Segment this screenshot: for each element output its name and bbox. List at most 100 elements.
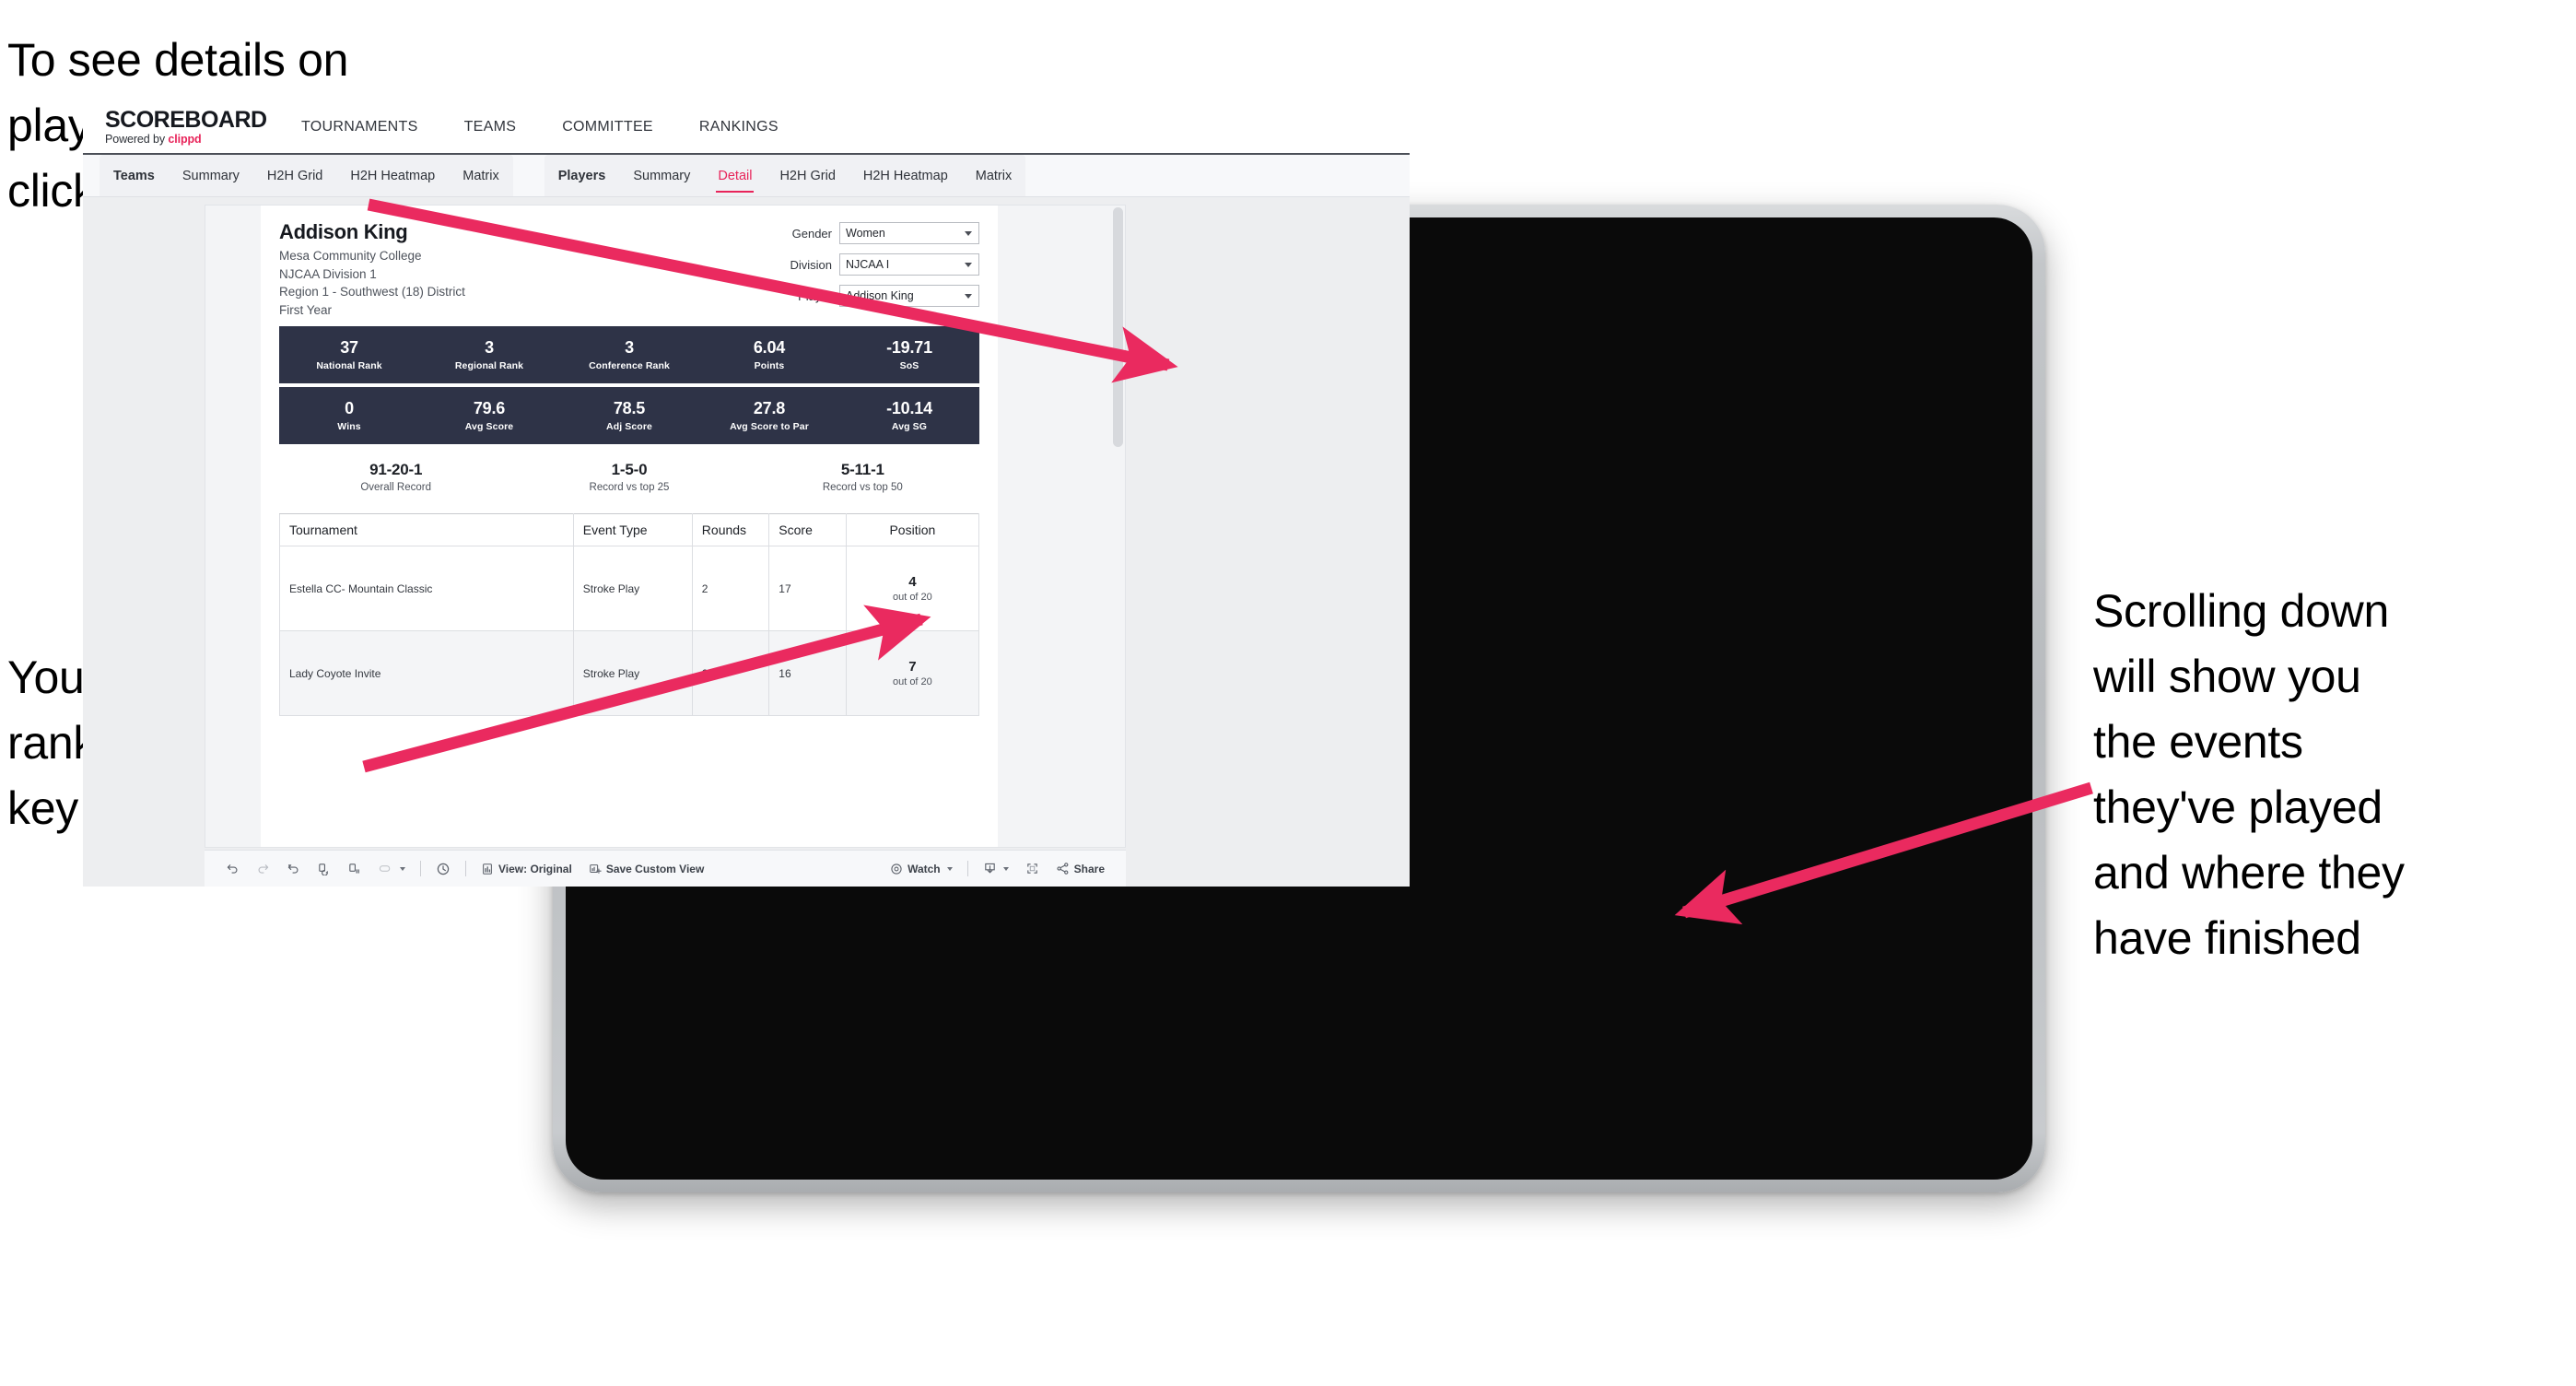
player-class-year: First Year <box>279 302 333 317</box>
topnav-item-committee[interactable]: COMMITTEE <box>539 119 676 135</box>
save-custom-view-button[interactable]: Save Custom View <box>580 863 713 875</box>
filter-select-gender[interactable]: Women <box>839 222 979 244</box>
view-original-button[interactable]: View: Original <box>473 863 580 875</box>
chevron-down-icon <box>400 866 405 871</box>
redo-button[interactable] <box>248 862 278 875</box>
stat-conference-rank: 3 Conference Rank <box>559 338 699 371</box>
topnav-item-rankings[interactable]: RANKINGS <box>676 119 802 135</box>
stat-avg-score-to-par: 27.8 Avg Score to Par <box>699 398 839 432</box>
tab-teams-h2h-heatmap[interactable]: H2H Heatmap <box>336 155 449 196</box>
chevron-down-icon <box>965 230 972 236</box>
pause-icon <box>347 862 361 875</box>
brand-logo[interactable]: SCOREBOARD Powered by clippd <box>98 106 278 147</box>
fullscreen-icon <box>1025 862 1039 875</box>
stat-label: Points <box>754 359 785 371</box>
tab-teams-h2h-grid[interactable]: H2H Grid <box>253 155 336 196</box>
vertical-scrollbar[interactable] <box>1113 207 1123 845</box>
filter-select-player[interactable]: Addison King <box>839 285 979 307</box>
position-out-of: out of 20 <box>892 592 932 604</box>
tab-players-summary[interactable]: Summary <box>619 155 704 196</box>
visualization-container: Addison King Mesa Community College NJCA… <box>205 205 1126 848</box>
screenshot-canvas: To see details on player performances cl… <box>0 0 2576 1386</box>
record-vs-top-50: 5-11-1 Record vs top 50 <box>746 461 979 493</box>
filter-value-division: NJCAA I <box>846 258 890 271</box>
tab-players-detail[interactable]: Detail <box>704 155 766 196</box>
stat-value: 27.8 <box>753 398 786 417</box>
stat-value: 79.6 <box>473 398 506 417</box>
stat-value: 0 <box>345 398 354 417</box>
record-label: Record vs top 50 <box>822 482 903 494</box>
stat-value: 3 <box>485 337 494 357</box>
cell-position: 7 out of 20 <box>845 630 980 717</box>
stat-avg-sg: -10.14 Avg SG <box>839 399 979 432</box>
brand-powered-prefix: Powered by <box>105 133 169 147</box>
table-row[interactable]: Lady Coyote Invite Stroke Play 2 16 7 ou… <box>279 630 980 717</box>
download-button[interactable] <box>975 862 1017 875</box>
column-header-event-type[interactable]: Event Type <box>572 513 693 547</box>
brand-title: SCOREBOARD <box>105 106 267 133</box>
player-detail-card: Addison King Mesa Community College NJCA… <box>261 206 998 847</box>
filter-value-gender: Women <box>846 227 885 240</box>
stat-label: Avg SG <box>891 420 928 432</box>
stat-label: Avg Score to Par <box>730 420 809 432</box>
stat-value: 6.04 <box>753 337 786 357</box>
tab-teams-summary[interactable]: Summary <box>169 155 253 196</box>
stat-label: Wins <box>337 420 361 432</box>
stat-avg-score: 79.6 Avg Score <box>419 398 559 432</box>
tab-players-h2h-grid[interactable]: H2H Grid <box>766 155 849 196</box>
share-button[interactable]: Share <box>1048 862 1113 875</box>
column-header-position[interactable]: Position <box>845 513 980 547</box>
watch-button[interactable]: Watch <box>882 863 961 875</box>
dashboard-bottom-toolbar: View: Original Save Custom View Watch Sh… <box>205 850 1126 887</box>
tab-players-h2h-heatmap[interactable]: H2H Heatmap <box>849 155 962 196</box>
chevron-down-icon <box>965 262 972 267</box>
tab-players-matrix[interactable]: Matrix <box>962 155 1025 196</box>
cell-rounds: 2 <box>691 630 770 717</box>
chevron-down-icon <box>946 866 953 871</box>
toolbar-divider <box>966 861 968 876</box>
filter-label-gender: Gender <box>791 226 832 241</box>
column-header-rounds[interactable]: Rounds <box>691 513 770 547</box>
record-summary-row: 91-20-1 Overall Record 1-5-0 Record vs t… <box>279 461 979 510</box>
view-icon <box>481 863 494 875</box>
watch-icon <box>890 863 903 875</box>
tab-teams-matrix[interactable]: Matrix <box>449 155 512 196</box>
secondary-tab-strip: Teams Summary H2H Grid H2H Heatmap Matri… <box>83 155 1410 197</box>
cell-position: 4 out of 20 <box>845 546 980 632</box>
stat-label: Adj Score <box>606 420 652 432</box>
column-header-score[interactable]: Score <box>768 513 847 547</box>
undo-button[interactable] <box>217 862 248 875</box>
table-row[interactable]: Estella CC- Mountain Classic Stroke Play… <box>279 546 980 632</box>
filter-row-gender: Gender Women <box>740 222 979 244</box>
revert-button[interactable] <box>278 862 309 875</box>
pause-refresh-button[interactable] <box>427 862 459 876</box>
player-identity: Addison King Mesa Community College NJCA… <box>279 220 465 319</box>
pause-auto-update-button[interactable] <box>339 862 369 875</box>
tablet-screen-content: SCOREBOARD Powered by clippd TOURNAMENTS… <box>83 101 1410 887</box>
player-division: NJCAA Division 1 <box>279 266 377 281</box>
cell-event-type: Stroke Play <box>572 630 693 717</box>
topnav-item-teams[interactable]: TEAMS <box>441 119 540 135</box>
stat-label: National Rank <box>316 359 382 371</box>
fullscreen-button[interactable] <box>1017 862 1048 875</box>
tab-players[interactable]: Players <box>544 155 620 196</box>
cell-rounds: 2 <box>691 546 770 632</box>
tournament-results-table: Tournament Event Type Rounds Score Posit… <box>279 513 980 717</box>
record-value: 91-20-1 <box>369 461 423 479</box>
brand-clippd-name: clippd <box>168 133 202 147</box>
tab-teams[interactable]: Teams <box>100 155 169 196</box>
watch-label: Watch <box>907 862 941 875</box>
filter-label-player: Player <box>798 288 832 303</box>
refresh-data-icon <box>317 862 331 875</box>
refresh-data-button[interactable] <box>309 862 339 875</box>
highlight-tool-button[interactable] <box>369 862 414 875</box>
column-header-tournament[interactable]: Tournament <box>279 513 574 547</box>
filter-panel: Gender Women Division NJCAA I Player Add… <box>740 220 979 319</box>
topnav-item-tournaments[interactable]: TOURNAMENTS <box>278 119 441 135</box>
record-label: Overall Record <box>360 482 432 494</box>
stat-bar-rankings: 37 National Rank 3 Regional Rank 3 Confe… <box>279 326 979 384</box>
chevron-down-icon <box>1002 866 1009 871</box>
position-number: 7 <box>908 659 917 675</box>
filter-select-division[interactable]: NJCAA I <box>839 253 979 276</box>
scrollbar-thumb[interactable] <box>1113 207 1123 447</box>
